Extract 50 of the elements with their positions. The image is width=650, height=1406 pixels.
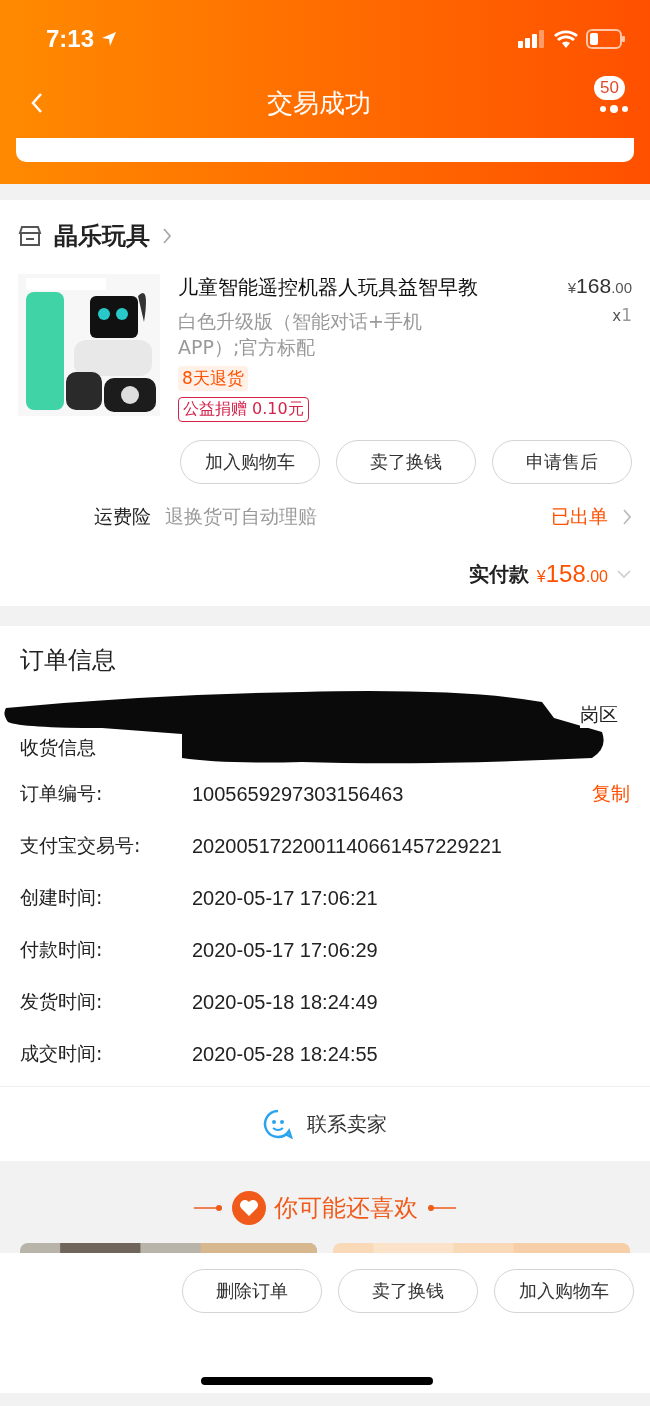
info-label: 订单编号: — [20, 781, 104, 807]
leader-line — [194, 1204, 224, 1213]
total-amount: ¥158.00 — [536, 560, 608, 589]
leader-line — [426, 1204, 456, 1213]
info-value: 1005659297303156463 — [192, 782, 405, 806]
chevron-down-icon[interactable] — [616, 569, 632, 580]
insurance-label: 运费险 — [94, 504, 151, 530]
wifi-icon — [554, 30, 578, 48]
more-icon[interactable] — [599, 104, 629, 114]
info-label: 付款时间: — [20, 937, 104, 963]
chevron-right-icon[interactable] — [162, 227, 172, 245]
action-button[interactable]: 卖了换钱 — [336, 440, 476, 485]
back-icon[interactable] — [30, 92, 44, 114]
product-tag: 公益捐赠 0.10元 — [178, 397, 309, 423]
product-spec: 白色升级版（智能对话+手机APP）;官方标配 — [178, 309, 423, 360]
shop-icon — [18, 225, 42, 247]
contact-seller-button[interactable]: 联系卖家 — [0, 1086, 650, 1162]
info-label: 收货信息 — [20, 735, 96, 761]
message-badge: 50 — [594, 76, 625, 100]
quantity: x1 — [612, 305, 632, 325]
info-label: 创建时间: — [20, 885, 104, 911]
action-button[interactable]: 删除订单 — [182, 1269, 322, 1314]
signal-icon — [518, 30, 546, 48]
total-label: 实付款 — [468, 560, 529, 588]
store-name[interactable]: 晶乐玩具 — [54, 220, 150, 252]
section-title: 订单信息 — [20, 645, 117, 677]
action-button[interactable]: 加入购物车 — [180, 440, 320, 485]
location-arrow-icon — [100, 30, 119, 48]
action-button[interactable]: 卖了换钱 — [338, 1269, 478, 1314]
product-tag: 8天退货 — [178, 366, 248, 392]
insurance-description: 退换货可自动理赔 — [165, 504, 318, 530]
action-button[interactable]: 加入购物车 — [494, 1269, 634, 1314]
section-title: 你可能还喜欢 — [274, 1193, 418, 1225]
info-value: 2020-05-17 17:06:29 — [192, 938, 379, 962]
info-value: 2020051722001140661457229221 — [192, 834, 503, 858]
info-label: 支付宝交易号: — [20, 833, 142, 859]
product-title[interactable]: 儿童智能遥控机器人玩具益智早教 — [178, 274, 478, 301]
battery-icon — [586, 29, 626, 49]
info-label: 发货时间: — [20, 989, 104, 1015]
address-text: 岗区 — [580, 702, 618, 729]
product-price: ¥168.00 — [567, 274, 632, 298]
chevron-right-icon[interactable] — [622, 508, 632, 527]
page-title: 交易成功 — [266, 86, 372, 120]
info-value: 2020-05-17 17:06:21 — [192, 886, 379, 910]
info-value: 2020-05-18 18:24:49 — [192, 990, 379, 1014]
info-label: 成交时间: — [20, 1041, 104, 1067]
chat-face-icon — [263, 1109, 293, 1140]
info-value: 2020-05-28 18:24:55 — [192, 1042, 379, 1066]
action-button[interactable]: 申请售后 — [492, 440, 632, 485]
status-time: 7:13 — [46, 25, 95, 53]
